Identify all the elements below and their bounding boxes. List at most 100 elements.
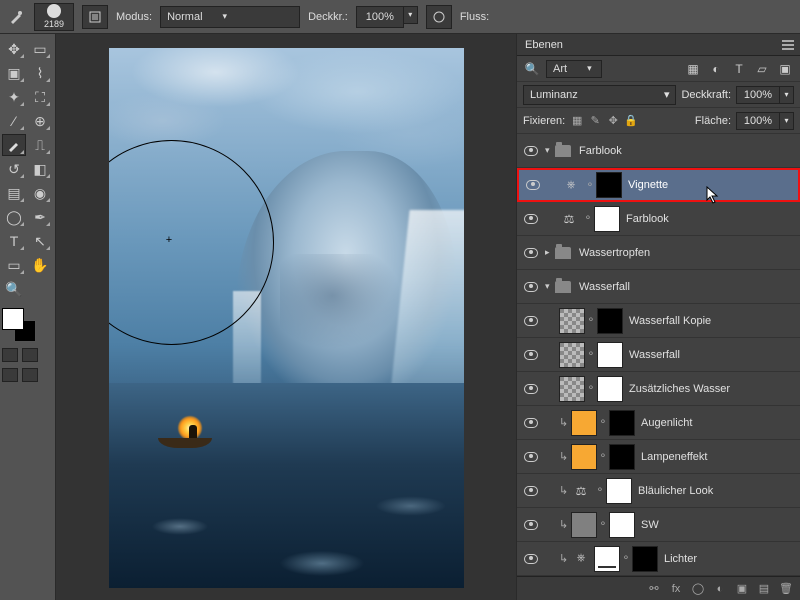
layer-name-label[interactable]: Farblook — [579, 145, 794, 157]
visibility-toggle[interactable] — [524, 554, 538, 564]
filter-shape-icon[interactable]: ▱ — [753, 61, 771, 77]
layer-mask-thumbnail[interactable] — [597, 308, 623, 334]
document-canvas[interactable] — [109, 48, 464, 588]
layer-mask-thumbnail[interactable] — [606, 478, 632, 504]
layer-opacity-input[interactable]: 100% — [736, 86, 780, 104]
mask-link-icon[interactable]: ⚬ — [582, 213, 594, 224]
layer-fx-icon[interactable]: fx — [668, 581, 684, 597]
layer-row-wasserfall[interactable]: ▾Wasserfall — [517, 270, 800, 304]
search-icon[interactable]: 🔍 — [523, 61, 541, 77]
dodge-tool[interactable]: ◯ — [2, 206, 26, 228]
layer-mask-thumbnail[interactable] — [597, 376, 623, 402]
layer-name-label[interactable]: Zusätzliches Wasser — [629, 383, 794, 395]
new-group-icon[interactable]: ▣ — [734, 581, 750, 597]
wand-tool[interactable]: ✦ — [2, 86, 26, 108]
visibility-toggle[interactable] — [524, 316, 538, 326]
visibility-toggle[interactable] — [524, 350, 538, 360]
history-brush-tool[interactable]: ↺ — [2, 158, 26, 180]
quickmask-toggle[interactable] — [2, 348, 18, 362]
artboard-tool[interactable]: ▭ — [28, 38, 52, 60]
opacity-input[interactable]: 100% — [356, 6, 404, 28]
canvas-area[interactable] — [56, 34, 516, 600]
eyedropper-tool[interactable]: ⁄ — [2, 110, 26, 132]
extra-toggle-1[interactable] — [2, 368, 18, 382]
mask-link-icon[interactable]: ⚬ — [585, 383, 597, 394]
gradient-tool[interactable]: ▤ — [2, 182, 26, 204]
visibility-toggle[interactable] — [524, 520, 538, 530]
layer-row-vignette[interactable]: ⎈⚬Vignette — [517, 168, 800, 202]
type-tool[interactable]: T — [2, 230, 26, 252]
layer-name-label[interactable]: Wasserfall — [579, 281, 794, 293]
hand-tool[interactable]: ✋ — [28, 254, 52, 276]
filter-kind-select[interactable]: Art▾ — [546, 60, 602, 78]
layer-row-wasserfall-kopie[interactable]: ⚬Wasserfall Kopie — [517, 304, 800, 338]
new-layer-icon[interactable]: ▤ — [756, 581, 772, 597]
filter-smart-icon[interactable]: ▣ — [776, 61, 794, 77]
healing-tool[interactable]: ⊕ — [28, 110, 52, 132]
mask-link-icon[interactable]: ⚬ — [597, 451, 609, 462]
mask-link-icon[interactable]: ⚬ — [597, 417, 609, 428]
layer-name-label[interactable]: Bläulicher Look — [638, 485, 794, 497]
visibility-toggle[interactable] — [524, 384, 538, 394]
mask-link-icon[interactable]: ⚬ — [620, 553, 632, 564]
layer-thumbnail[interactable] — [559, 342, 585, 368]
visibility-toggle[interactable] — [524, 282, 538, 292]
layer-mask-thumbnail[interactable] — [596, 172, 622, 198]
layer-thumbnail[interactable] — [559, 308, 585, 334]
layer-row-farblook[interactable]: ▾ Farblook — [517, 134, 800, 168]
layer-mask-thumbnail[interactable] — [609, 444, 635, 470]
mask-link-icon[interactable]: ⚬ — [585, 349, 597, 360]
fill-input[interactable]: 100% — [736, 112, 780, 130]
layer-name-label[interactable]: Wasserfall Kopie — [629, 315, 794, 327]
brush-panel-toggle[interactable] — [82, 5, 108, 29]
layer-thumbnail[interactable] — [571, 444, 597, 470]
screenmode-toggle[interactable] — [22, 348, 38, 362]
add-mask-icon[interactable]: ◯ — [690, 581, 706, 597]
extra-toggle-2[interactable] — [22, 368, 38, 382]
layer-row-sw[interactable]: ↳⚬SW — [517, 508, 800, 542]
layer-name-label[interactable]: Wasserfall — [629, 349, 794, 361]
layer-thumbnail[interactable] — [594, 546, 620, 572]
layer-row-farblook[interactable]: ⚖⚬Farblook — [517, 202, 800, 236]
layer-name-label[interactable]: Lampeneffekt — [641, 451, 794, 463]
opacity-stepper[interactable]: ▾ — [404, 6, 418, 24]
marquee-tool[interactable]: ▣ — [2, 62, 26, 84]
eraser-tool[interactable]: ◧ — [28, 158, 52, 180]
lock-position-icon[interactable]: ✥ — [606, 114, 620, 128]
layer-mask-thumbnail[interactable] — [609, 512, 635, 538]
visibility-toggle[interactable] — [524, 248, 538, 258]
fill-stepper[interactable]: ▾ — [780, 112, 794, 130]
lock-pixels-icon[interactable]: ✎ — [588, 114, 602, 128]
visibility-toggle[interactable] — [524, 418, 538, 428]
visibility-toggle[interactable] — [524, 146, 538, 156]
layer-name-label[interactable]: SW — [641, 519, 794, 531]
filter-pixel-icon[interactable]: ▦ — [684, 61, 702, 77]
layer-blend-select[interactable]: Luminanz▾ — [523, 85, 676, 105]
layer-row-lichter[interactable]: ↳⎈⚬Lichter — [517, 542, 800, 576]
filter-adjust-icon[interactable]: ◐ — [707, 61, 725, 77]
layer-row-augenlicht[interactable]: ↳⚬Augenlicht — [517, 406, 800, 440]
brush-preset-picker[interactable]: 2189 — [34, 3, 74, 31]
shape-tool[interactable]: ▭ — [2, 254, 26, 276]
lasso-tool[interactable]: ⌇ — [28, 62, 52, 84]
group-toggle[interactable]: ▾ — [545, 145, 555, 156]
layer-opacity-stepper[interactable]: ▾ — [780, 86, 794, 104]
layer-thumbnail[interactable] — [559, 376, 585, 402]
layer-mask-thumbnail[interactable] — [594, 206, 620, 232]
visibility-toggle[interactable] — [524, 452, 538, 462]
layer-row-bläulicher-look[interactable]: ↳⚖⚬Bläulicher Look — [517, 474, 800, 508]
blend-mode-select[interactable]: Normal ▾ — [160, 6, 300, 28]
visibility-toggle[interactable] — [524, 214, 538, 224]
visibility-toggle[interactable] — [524, 486, 538, 496]
color-swatches[interactable] — [2, 308, 36, 342]
new-adjustment-icon[interactable]: ◐ — [712, 581, 728, 597]
layer-mask-thumbnail[interactable] — [609, 410, 635, 436]
zoom-tool[interactable]: 🔍 — [2, 278, 26, 300]
blur-tool[interactable]: ◉ — [28, 182, 52, 204]
delete-layer-icon[interactable]: 🗑 — [778, 581, 794, 597]
layer-thumbnail[interactable] — [571, 410, 597, 436]
group-toggle[interactable]: ▸ — [545, 247, 555, 258]
layer-name-label[interactable]: Farblook — [626, 213, 794, 225]
layers-panel-tab[interactable]: Ebenen — [517, 34, 800, 56]
layer-thumbnail[interactable] — [571, 512, 597, 538]
